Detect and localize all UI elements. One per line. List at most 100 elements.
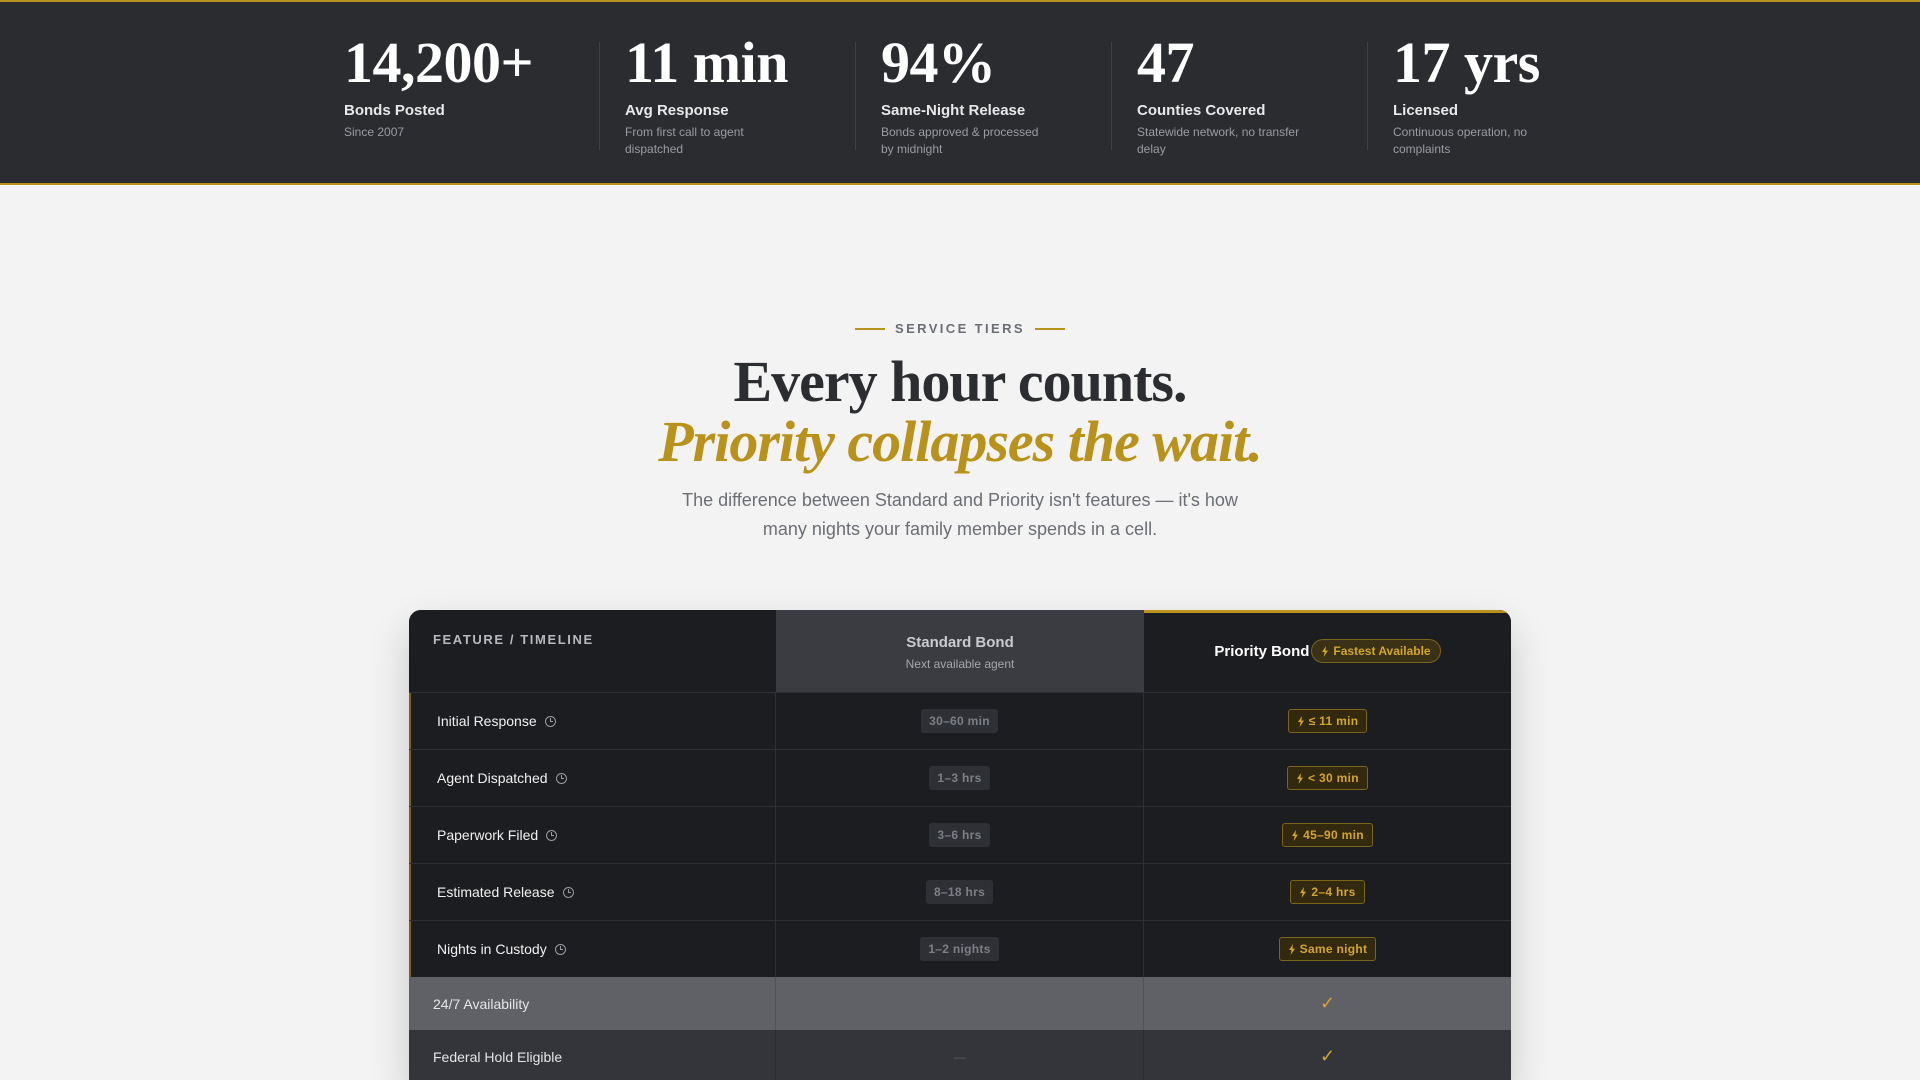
stat-label: Counties Covered <box>1137 102 1266 119</box>
stat-label: Licensed <box>1393 102 1459 119</box>
stat-value: 47 <box>1137 30 1195 95</box>
row-feature-cell: Agent Dispatched <box>409 750 776 806</box>
row-standard-cell <box>776 977 1144 1030</box>
priority-time-pill: Same night <box>1278 937 1377 961</box>
checkmark-icon: ✓ <box>1319 1046 1336 1066</box>
row-priority-cell: 2–4 hrs <box>1144 864 1511 920</box>
stat-divider <box>1367 42 1368 150</box>
eyebrow-rule-left <box>855 327 886 330</box>
row-feature-cell: Estimated Release <box>409 864 776 920</box>
stat-value: 14,200+ <box>344 30 534 95</box>
fastest-available-label: Fastest Available <box>1333 644 1431 658</box>
priority-time-pill: < 30 min <box>1287 766 1368 790</box>
lightning-icon <box>1300 886 1307 898</box>
stats-band: 14,200+ Bonds Posted Since 2007 11 min A… <box>0 0 1920 185</box>
table-row-agent-dispatched: Agent Dispatched 1–3 hrs < 30 min <box>409 749 1511 806</box>
row-feature-label: Estimated Release <box>437 884 555 900</box>
table-row-initial-response: Initial Response 30–60 min ≤ 11 min <box>409 692 1511 749</box>
stat-divider <box>599 42 600 150</box>
row-feature-cell: Paperwork Filed <box>409 807 776 863</box>
row-feature-label: Initial Response <box>437 713 537 729</box>
row-priority-cell: 45–90 min <box>1144 807 1511 863</box>
lightning-icon <box>1297 772 1304 784</box>
table-row-federal-hold-eligible: Federal Hold Eligible — ✓ <box>409 1030 1511 1080</box>
row-priority-cell: Same night <box>1144 921 1511 977</box>
stat-description: From first call to agent dispatched <box>625 125 744 156</box>
stat-label: Avg Response <box>625 102 729 119</box>
row-standard-cell: 3–6 hrs <box>776 807 1144 863</box>
lightning-icon <box>1292 829 1299 841</box>
stat-same-night-release: 94% Same-Night Release Bonds approved & … <box>855 2 1112 185</box>
stat-divider <box>1111 42 1112 150</box>
priority-time-label: 45–90 min <box>1303 828 1364 842</box>
column-header-priority[interactable]: Priority Bond Fastest Available <box>1144 610 1511 692</box>
stat-avg-response: 11 min Avg Response From first call to a… <box>599 2 856 185</box>
priority-time-pill: ≤ 11 min <box>1287 709 1368 733</box>
priority-time-pill: 45–90 min <box>1282 823 1373 847</box>
stats-row: 14,200+ Bonds Posted Since 2007 11 min A… <box>344 2 1624 185</box>
section-headline: Every hour counts. <box>733 349 1187 414</box>
lightning-icon <box>1297 715 1304 727</box>
table-row-24-7-availability: 24/7 Availability ✓ <box>409 977 1511 1030</box>
fastest-available-badge: Fastest Available <box>1311 639 1441 663</box>
priority-time-label: < 30 min <box>1308 771 1359 785</box>
lightning-icon <box>1322 645 1329 657</box>
row-feature-label: Paperwork Filed <box>437 827 539 843</box>
column-header-feature: FEATURE / TIMELINE <box>409 610 776 692</box>
comparison-table: FEATURE / TIMELINE Standard Bond Next av… <box>409 610 1511 1080</box>
priority-time-label: 2–4 hrs <box>1311 885 1356 899</box>
clock-icon <box>544 715 556 727</box>
checkmark-icon: ✓ <box>1319 993 1336 1013</box>
stat-label: Same-Night Release <box>881 102 1026 119</box>
row-priority-cell: ≤ 11 min <box>1144 693 1511 749</box>
standard-bond-subtitle: Next available agent <box>905 657 1015 671</box>
standard-bond-title: Standard Bond <box>906 634 1014 651</box>
row-standard-cell: 8–18 hrs <box>776 864 1144 920</box>
row-standard-cell: 1–2 nights <box>776 921 1144 977</box>
stat-divider <box>855 42 856 150</box>
priority-time-pill: 2–4 hrs <box>1290 880 1365 904</box>
row-standard-cell: — <box>776 1030 1144 1080</box>
section-eyebrow: SERVICE TIERS <box>0 321 1920 336</box>
row-feature-cell: Initial Response <box>409 693 776 749</box>
row-standard-cell: 1–3 hrs <box>776 750 1144 806</box>
stat-description: Statewide network, no transfer delay <box>1137 125 1300 156</box>
stat-value: 17 yrs <box>1393 30 1540 95</box>
section-subcopy: The difference between Standard and Prio… <box>682 490 1238 539</box>
row-standard-cell: 30–60 min <box>776 693 1144 749</box>
row-feature-label: 24/7 Availability <box>409 977 776 1030</box>
stat-licensed: 17 yrs Licensed Continuous operation, no… <box>1367 2 1624 185</box>
column-header-standard[interactable]: Standard Bond Next available agent <box>776 610 1144 692</box>
clock-icon <box>546 829 558 841</box>
table-row-nights-in-custody: Nights in Custody 1–2 nights Same night <box>409 920 1511 977</box>
stat-description: Continuous operation, no complaints <box>1393 125 1528 156</box>
row-priority-cell: < 30 min <box>1144 750 1511 806</box>
row-feature-label: Nights in Custody <box>437 941 547 957</box>
row-feature-label: Federal Hold Eligible <box>409 1030 776 1080</box>
priority-bond-title: Priority Bond <box>1214 642 1310 660</box>
stat-bonds-posted: 14,200+ Bonds Posted Since 2007 <box>344 2 600 185</box>
priority-time-label: ≤ 11 min <box>1308 714 1359 728</box>
stat-description: Bonds approved & processed by midnight <box>881 125 1039 156</box>
standard-time-pill: 1–2 nights <box>920 937 999 961</box>
table-row-estimated-release: Estimated Release 8–18 hrs 2–4 hrs <box>409 863 1511 920</box>
section-headline-accent: Priority collapses the wait. <box>658 409 1263 474</box>
row-feature-label: Agent Dispatched <box>437 770 548 786</box>
clock-icon <box>555 772 567 784</box>
stat-label: Bonds Posted <box>344 102 445 119</box>
stat-counties-covered: 47 Counties Covered Statewide network, n… <box>1111 2 1368 185</box>
row-feature-cell: Nights in Custody <box>409 921 776 977</box>
standard-time-pill: 3–6 hrs <box>929 823 990 847</box>
column-header-feature-label: FEATURE / TIMELINE <box>433 632 594 647</box>
table-header: FEATURE / TIMELINE Standard Bond Next av… <box>409 610 1511 692</box>
eyebrow-rule-right <box>1034 327 1065 330</box>
standard-time-pill: 1–3 hrs <box>929 766 990 790</box>
eyebrow-text: SERVICE TIERS <box>895 321 1025 336</box>
standard-time-pill: 30–60 min <box>921 709 998 733</box>
stat-value: 94% <box>881 30 996 95</box>
stat-value: 11 min <box>625 30 789 95</box>
standard-time-pill: 8–18 hrs <box>925 880 994 904</box>
stat-description: Since 2007 <box>344 125 405 139</box>
lightning-icon <box>1288 943 1295 955</box>
table-row-paperwork-filed: Paperwork Filed 3–6 hrs 45–90 min <box>409 806 1511 863</box>
